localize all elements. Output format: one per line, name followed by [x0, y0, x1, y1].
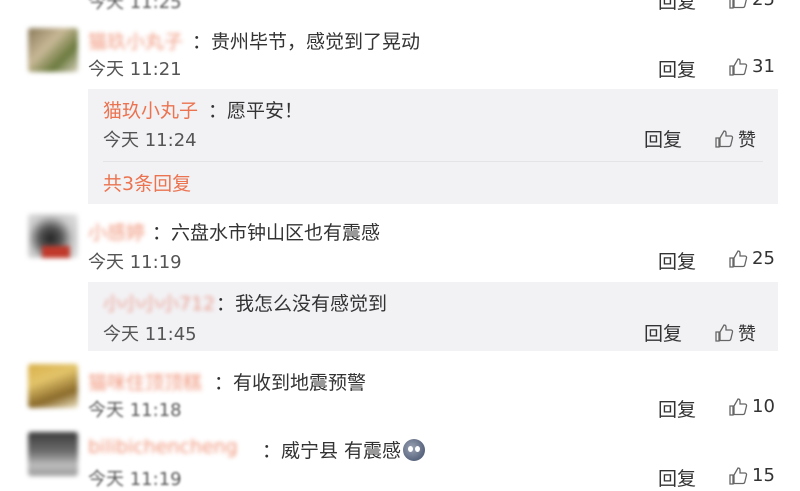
like-label: 赞 — [738, 324, 756, 345]
comment-body: 贵州毕节，感觉到了晃动 — [211, 31, 421, 53]
reply-button[interactable]: 回复 — [658, 0, 696, 14]
reply-button[interactable]: 回复 — [658, 55, 696, 82]
reply-text: ：愿平安！ — [208, 96, 303, 123]
reply-button[interactable]: 回复 — [658, 395, 696, 422]
reply-text: ：我怎么没有感觉到 — [216, 289, 387, 316]
separator: ： — [192, 31, 212, 53]
comment-username[interactable]: bilibichencheng — [88, 436, 238, 458]
thumbs-up-icon — [715, 130, 734, 148]
like-button[interactable]: 25 — [728, 248, 775, 269]
reply-time: 今天 11:45 — [103, 324, 197, 345]
reply-box: 小小小小712 ：我怎么没有感觉到 今天 11:45 回复 赞 — [88, 282, 778, 351]
reply-username[interactable]: 小小小小712 — [103, 289, 215, 316]
comment-time: 今天 11:19 — [88, 252, 182, 273]
avatar[interactable] — [28, 364, 78, 408]
comment-text: ：贵州毕节，感觉到了晃动 — [192, 27, 420, 54]
reply-button[interactable]: 回复 — [658, 247, 696, 274]
comment-text: ：有收到地震预警 — [214, 368, 366, 395]
comment-username[interactable]: 小感婷 — [88, 218, 145, 245]
like-count: 15 — [752, 465, 775, 486]
face-emoji-icon — [403, 439, 426, 461]
like-count: 25 — [752, 248, 775, 269]
thumbs-up-icon — [729, 466, 748, 485]
avatar[interactable] — [28, 28, 78, 72]
reply-button[interactable]: 回复 — [658, 464, 696, 491]
like-count: 25 — [752, 0, 775, 10]
comment-text: ：六盘水市钟山区也有震感 — [152, 218, 380, 245]
separator: ： — [262, 440, 282, 462]
comment-body: 威宁县 有震感 — [281, 440, 402, 462]
like-button[interactable]: 赞 — [714, 320, 756, 346]
like-button[interactable]: 赞 — [714, 126, 756, 152]
reply-button[interactable]: 回复 — [644, 319, 682, 346]
like-button[interactable]: 10 — [728, 396, 775, 417]
like-button[interactable]: 31 — [728, 56, 775, 77]
thumbs-up-icon — [729, 0, 747, 9]
avatar[interactable] — [28, 432, 78, 476]
thumbs-up-icon — [729, 397, 748, 416]
avatar[interactable] — [28, 214, 78, 258]
separator: ： — [152, 222, 172, 244]
comment-username[interactable]: 猫咪住顶顶糕 — [88, 368, 202, 395]
thumbs-up-icon — [729, 57, 748, 76]
like-count: 10 — [752, 396, 775, 417]
thumbs-up-icon — [729, 249, 748, 268]
like-button[interactable]: 15 — [728, 465, 775, 486]
comment-body: 六盘水市钟山区也有震感 — [171, 222, 381, 244]
more-replies-link[interactable]: 共3条回复 — [103, 169, 191, 196]
reply-username[interactable]: 猫玖小丸子 — [103, 96, 198, 123]
like-button[interactable]: 25 — [728, 0, 775, 10]
comment-time: 今天 11:18 — [88, 400, 182, 421]
comment-text: ：威宁县 有震感 — [262, 436, 426, 463]
comment-body: 有收到地震预警 — [233, 372, 367, 394]
thumbs-up-icon — [715, 324, 734, 342]
comment-time: 今天 11:25 — [88, 0, 182, 13]
comment-username[interactable]: 猫玖小丸子 — [88, 27, 183, 54]
reply-body: 愿平安！ — [227, 100, 304, 122]
like-count: 31 — [752, 56, 775, 77]
separator: ： — [214, 372, 234, 394]
reply-button[interactable]: 回复 — [644, 125, 682, 152]
separator: ： — [216, 293, 236, 315]
separator: ： — [208, 100, 228, 122]
comment-time: 今天 11:21 — [88, 59, 182, 80]
reply-body: 我怎么没有感觉到 — [235, 293, 388, 315]
divider — [103, 161, 763, 162]
reply-box: 猫玖小丸子 ：愿平安！ 今天 11:24 回复 赞 共3条回复 — [88, 89, 778, 204]
reply-time: 今天 11:24 — [103, 130, 197, 151]
comment-time: 今天 11:19 — [88, 469, 182, 490]
like-label: 赞 — [738, 130, 756, 151]
